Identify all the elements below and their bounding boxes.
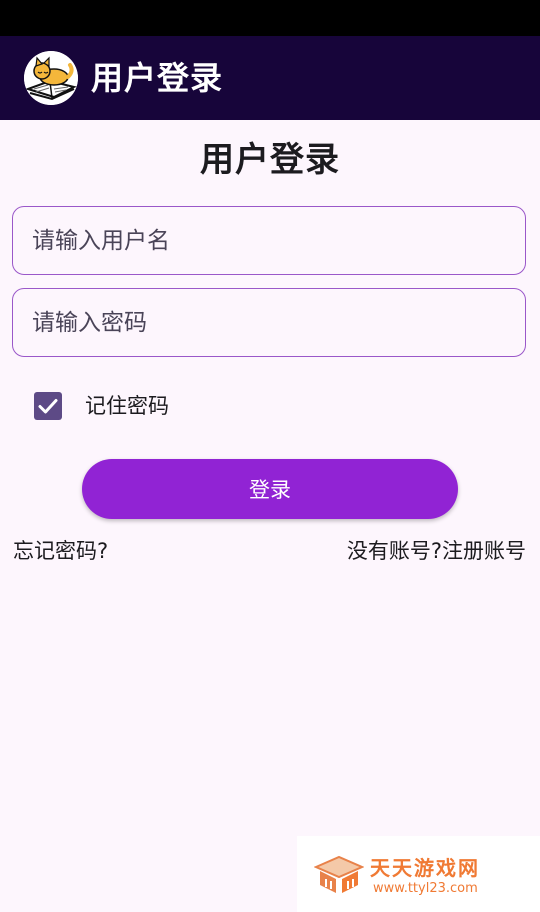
forgot-password-link[interactable]: 忘记密码? [13, 537, 108, 565]
page-title: 用户登录 [200, 140, 340, 180]
username-input[interactable] [12, 206, 526, 275]
remember-checkbox[interactable] [34, 392, 62, 420]
app-bar: 用户登录 [0, 36, 540, 120]
checkmark-icon [38, 399, 58, 414]
game-logo-icon [314, 855, 364, 895]
status-bar [0, 0, 540, 36]
watermark-title: 天天游戏网 [370, 856, 480, 880]
remember-label[interactable]: 记住密码 [85, 392, 169, 420]
register-link[interactable]: 没有账号?注册账号 [347, 537, 526, 565]
cat-on-book-icon [24, 51, 78, 105]
watermark-url: www.ttyl23.com [373, 881, 478, 896]
password-input[interactable] [12, 288, 526, 357]
login-button[interactable]: 登录 [82, 459, 458, 519]
watermark: 天天游戏网 www.ttyl23.com [297, 836, 540, 912]
app-title: 用户登录 [91, 59, 224, 97]
